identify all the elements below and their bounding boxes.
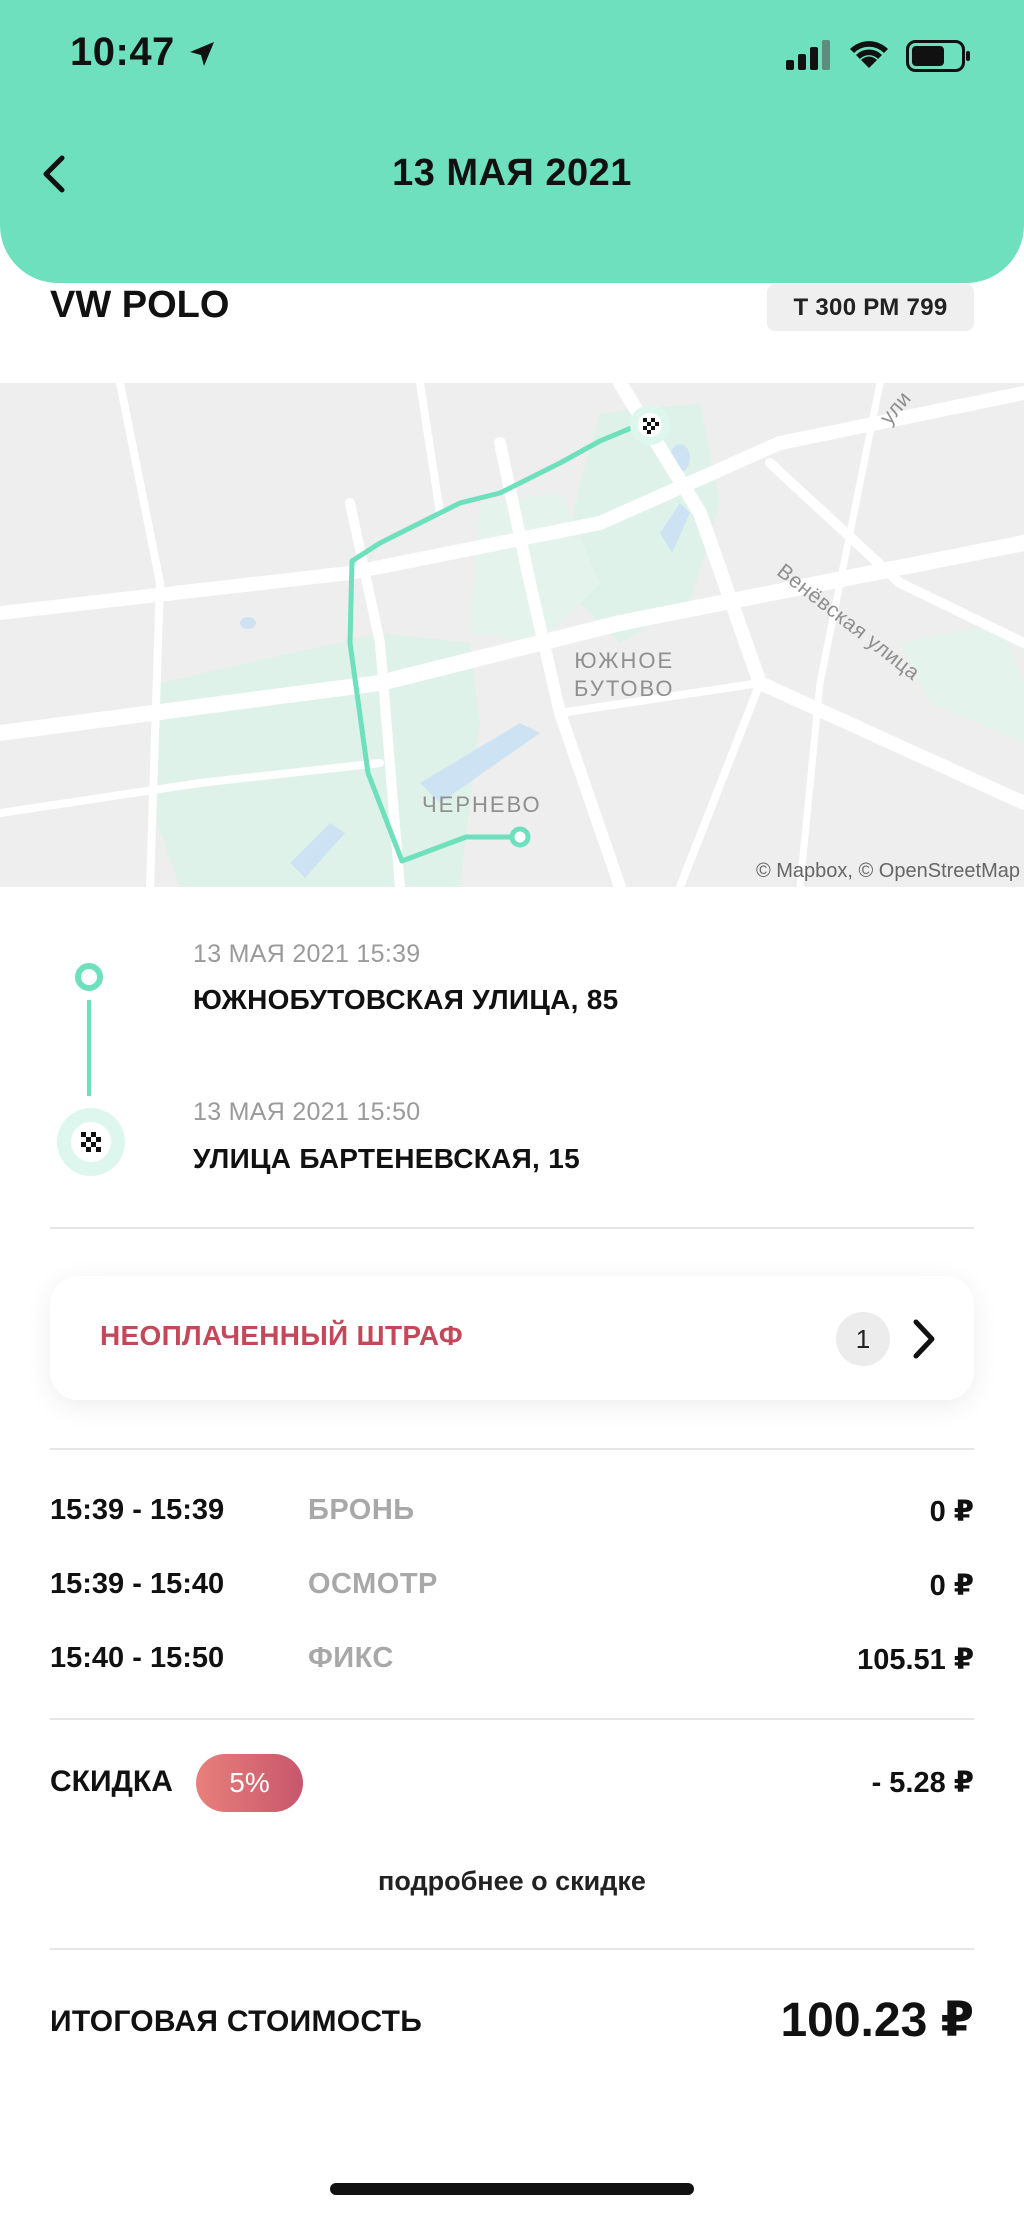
cellular-signal-icon: [786, 40, 830, 70]
route-end-address: УЛИЦА БАРТЕНЕВСКАЯ, 15: [193, 1143, 580, 1174]
tariff-row: 15:39 - 15:39 БРОНЬ 0 ₽: [50, 1494, 974, 1534]
map-attribution[interactable]: © Mapbox, © OpenStreetMap: [756, 860, 1020, 883]
fine-count-badge: 1: [836, 1312, 890, 1366]
header: 10:47 13 МАЯ 2021: [0, 0, 1024, 283]
tariff-price: 0 ₽: [929, 1570, 974, 1602]
battery-icon: [906, 40, 970, 72]
tariff-type: ФИКС: [308, 1642, 394, 1674]
checkered-flag-icon: [81, 1132, 101, 1152]
trip-details-screen: 10:47 13 МАЯ 2021 VW POLO Т 300 РМ 799 Ю…: [0, 0, 1024, 2216]
discount-amount: - 5.28 ₽: [871, 1767, 974, 1799]
chevron-right-icon: [913, 1319, 935, 1359]
location-arrow-icon: [190, 42, 214, 66]
license-plate-badge: Т 300 РМ 799: [767, 284, 974, 331]
route-start-marker: [75, 963, 103, 991]
unpaid-fine-label: НЕОПЛАЧЕННЫЙ ШТРАФ: [100, 1320, 463, 1351]
route-start-time: 13 МАЯ 2021 15:39: [193, 940, 421, 968]
car-model: VW POLO: [50, 284, 230, 326]
unpaid-fine-card[interactable]: НЕОПЛАЧЕННЫЙ ШТРАФ 1: [50, 1276, 974, 1400]
page-title: 13 МАЯ 2021: [392, 152, 632, 194]
divider: [50, 1227, 974, 1229]
discount-percent-badge: 5%: [196, 1754, 303, 1812]
tariff-type: ОСМОТР: [308, 1568, 438, 1600]
divider: [50, 1948, 974, 1950]
home-indicator[interactable]: [330, 2183, 694, 2195]
total-cost-value: 100.23 ₽: [780, 1994, 974, 2047]
finish-flag-icon: [71, 1122, 111, 1162]
map-label-district-line1: ЮЖНОЕ: [574, 648, 675, 673]
tariff-price: 105.51 ₽: [857, 1644, 974, 1676]
divider: [50, 1448, 974, 1450]
map-label-village: ЧЕРНЕВО: [422, 792, 542, 817]
discount-label: СКИДКА: [50, 1765, 173, 1798]
trip-map[interactable]: ЮЖНОЕ БУТОВО ЧЕРНЕВО Венёвская улица ули…: [0, 383, 1024, 887]
tariff-time: 15:39 - 15:39: [50, 1494, 225, 1526]
status-time: 10:47: [70, 30, 175, 74]
route-start-address: ЮЖНОБУТОВСКАЯ УЛИЦА, 85: [193, 984, 619, 1015]
discount-details-link[interactable]: подробнее о скидке: [0, 1866, 1024, 1897]
tariff-type: БРОНЬ: [308, 1494, 415, 1526]
wifi-icon: [850, 41, 888, 68]
total-cost-label: ИТОГОВАЯ СТОИМОСТЬ: [50, 2005, 423, 2038]
map-label-district-line2: БУТОВО: [574, 676, 675, 701]
tariff-time: 15:40 - 15:50: [50, 1642, 225, 1674]
route-end-time: 13 МАЯ 2021 15:50: [193, 1098, 421, 1126]
route-finish-marker: [57, 1108, 125, 1176]
tariff-price: 0 ₽: [929, 1496, 974, 1528]
tariff-row: 15:39 - 15:40 ОСМОТР 0 ₽: [50, 1568, 974, 1608]
route-timeline-line: [87, 1000, 91, 1096]
map-label-district: ЮЖНОЕ БУТОВО: [574, 647, 675, 703]
tariff-time: 15:39 - 15:40: [50, 1568, 225, 1600]
divider: [50, 1718, 974, 1720]
tariff-row: 15:40 - 15:50 ФИКС 105.51 ₽: [50, 1642, 974, 1682]
